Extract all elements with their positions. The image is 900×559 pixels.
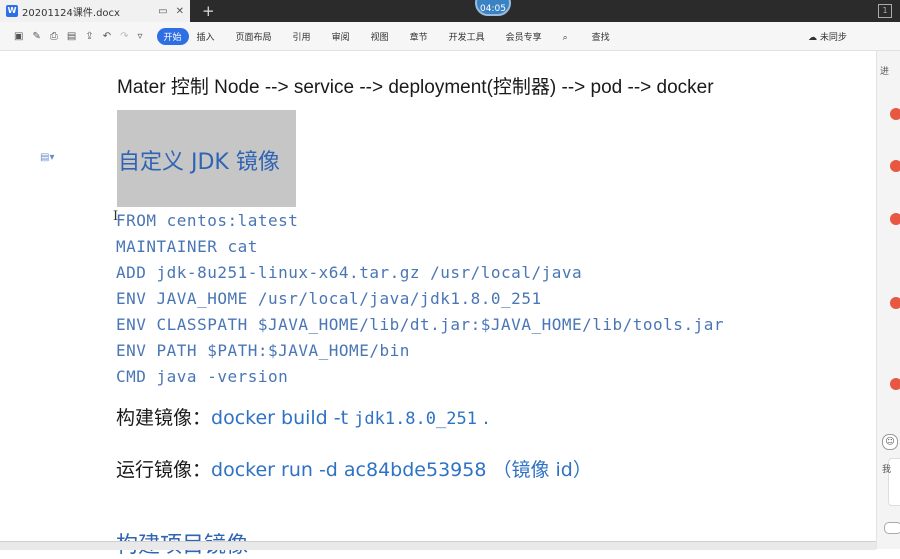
- ribbon-menu: 插入 页面布局 引用 审阅 视图 章节 开发工具 会员专享 ⌕ 查找: [197, 30, 652, 43]
- architecture-line: Mater 控制 Node --> service --> deployment…: [117, 77, 714, 98]
- avatar[interactable]: [890, 108, 900, 120]
- preview-icon[interactable]: ▤: [67, 31, 76, 42]
- window-restore-icon[interactable]: 1: [878, 4, 892, 18]
- code-line: ENV CLASSPATH $JAVA_HOME/lib/dt.jar:$JAV…: [116, 315, 724, 334]
- code-line: FROM centos:latest: [116, 211, 299, 230]
- run-label: 运行镜像：: [116, 459, 212, 481]
- search-label: 查找: [591, 32, 610, 43]
- build-cmd: docker build -t: [211, 407, 355, 429]
- section-heading: 自定义 JDK 镜像: [118, 150, 280, 175]
- tab-references[interactable]: 引用: [293, 30, 311, 43]
- tab-insert[interactable]: 插入: [197, 30, 215, 43]
- paragraph-menu-icon[interactable]: ▤▾: [40, 152, 54, 163]
- code-line: MAINTAINER cat: [116, 237, 258, 256]
- tab-view[interactable]: 视图: [371, 30, 389, 43]
- tab-review[interactable]: 审阅: [332, 30, 350, 43]
- avatar[interactable]: [890, 378, 900, 390]
- rail-toggle[interactable]: [884, 522, 900, 534]
- sync-status[interactable]: ☁ 未同步: [808, 30, 847, 43]
- avatar[interactable]: [890, 213, 900, 225]
- build-tag: jdk1.8.0_251: [354, 409, 477, 429]
- avatar[interactable]: [890, 160, 900, 172]
- close-tab-icon[interactable]: ✕: [176, 6, 184, 17]
- undo-icon[interactable]: ↶: [103, 31, 111, 42]
- rail-note: 进: [880, 67, 890, 77]
- title-bar: W 20201124课件.docx ▭ ✕ + 04:05 1: [0, 0, 900, 22]
- dropdown-icon[interactable]: ▿: [137, 31, 142, 42]
- export-icon[interactable]: ⇪: [85, 31, 93, 42]
- new-tab-button[interactable]: +: [202, 2, 215, 20]
- run-command: 运行镜像：docker run -d ac84bde53958 （镜像 id）: [116, 455, 592, 482]
- format-painter-icon[interactable]: ✎: [32, 31, 40, 42]
- run-cmd: docker run -d ac84bde53958 （镜像 id）: [211, 459, 592, 481]
- code-line: ENV PATH $PATH:$JAVA_HOME/bin: [116, 341, 410, 360]
- document-tab[interactable]: W 20201124课件.docx ▭ ✕: [0, 0, 190, 22]
- save-icon[interactable]: ▣: [14, 31, 23, 42]
- emoji-icon[interactable]: ☺: [882, 434, 898, 450]
- code-line: CMD java -version: [116, 367, 289, 386]
- search-icon: ⌕: [562, 32, 568, 43]
- monitor-icon[interactable]: ▭: [158, 6, 167, 17]
- ribbon-toolbar: ▣ ✎ ⎙ ▤ ⇪ ↶ ↷ ▿ 开始 插入 页面布局 引用 审阅 视图 章节 开…: [0, 22, 900, 51]
- cloud-icon: ☁: [808, 33, 817, 43]
- tab-start[interactable]: 开始: [156, 27, 189, 45]
- recording-timer: 04:05: [475, 0, 511, 16]
- rail-small-label: 我: [882, 465, 892, 475]
- print-icon[interactable]: ⎙: [50, 31, 58, 42]
- sync-label: 未同步: [819, 33, 847, 43]
- tab-member[interactable]: 会员专享: [506, 30, 542, 43]
- writer-icon: W: [6, 5, 18, 17]
- code-line: ENV JAVA_HOME /usr/local/java/jdk1.8.0_2…: [116, 289, 542, 308]
- tab-section[interactable]: 章节: [410, 30, 428, 43]
- build-label: 构建镜像：: [116, 407, 212, 429]
- tab-page-layout[interactable]: 页面布局: [236, 30, 272, 43]
- avatar[interactable]: [890, 297, 900, 309]
- build-tail: .: [476, 407, 490, 429]
- document-tab-title: 20201124课件.docx: [22, 7, 120, 19]
- redo-icon[interactable]: ↷: [120, 31, 128, 42]
- tab-developer[interactable]: 开发工具: [449, 30, 485, 43]
- code-line: ADD jdk-8u251-linux-x64.tar.gz /usr/loca…: [116, 263, 583, 282]
- search-button[interactable]: ⌕ 查找: [563, 30, 631, 43]
- build-command: 构建镜像：docker build -t jdk1.8.0_251 .: [116, 403, 489, 430]
